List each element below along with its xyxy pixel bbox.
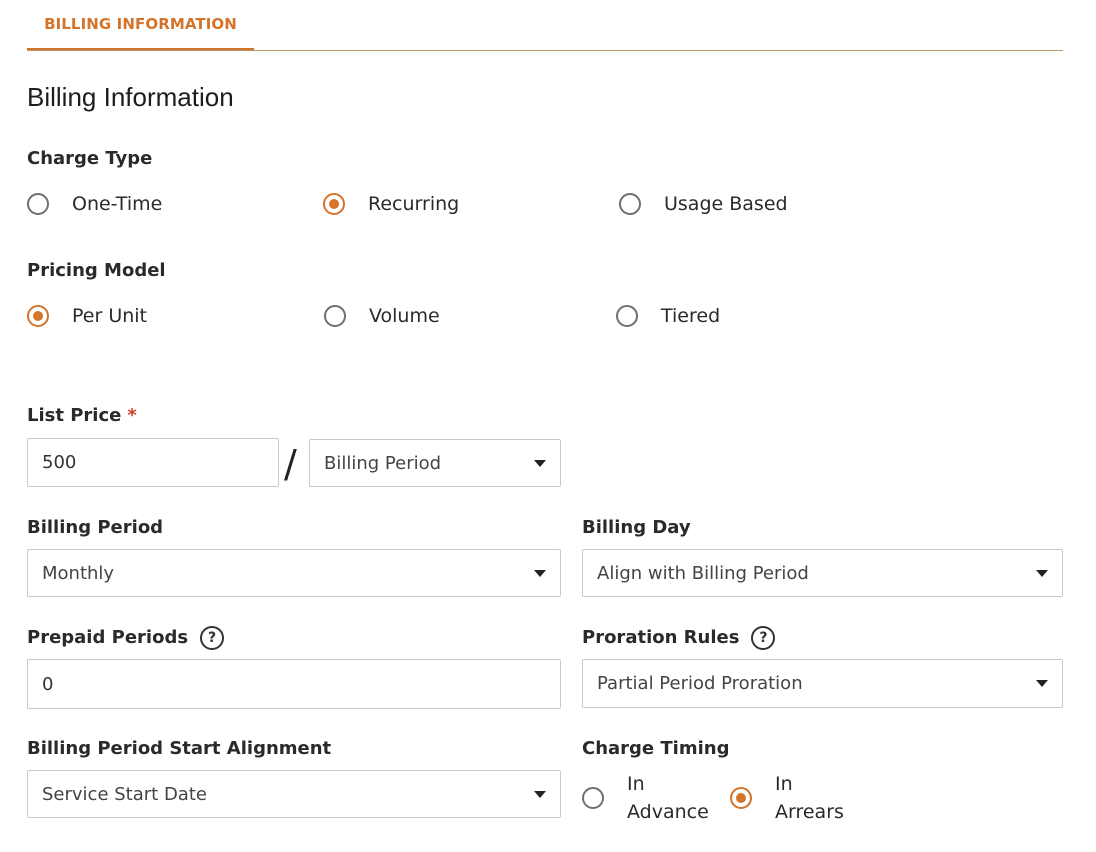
tab-billing-information[interactable]: BILLING INFORMATION	[27, 0, 254, 51]
select-value: Align with Billing Period	[597, 562, 809, 584]
billing-day-label: Billing Day	[582, 517, 691, 538]
list-price-input[interactable]: 500	[27, 438, 279, 487]
billing-day-select[interactable]: Align with Billing Period	[582, 549, 1063, 597]
radio-label-line2: Arrears	[775, 801, 844, 823]
charge-type-label: Charge Type	[27, 148, 153, 169]
radio-label: One-Time	[72, 193, 163, 215]
radio-label: In Advance	[627, 770, 709, 826]
select-value: Partial Period Proration	[597, 673, 803, 694]
proration-rules-label: Proration Rules?	[582, 626, 776, 650]
radio-unchecked-icon[interactable]	[582, 787, 604, 809]
caret-down-icon	[1036, 569, 1048, 577]
charge-type-one-time-option[interactable]: One-Time	[27, 193, 162, 215]
select-value: Monthly	[42, 562, 115, 584]
list-price-period-select[interactable]: Billing Period	[309, 439, 561, 487]
prepaid-periods-label: Prepaid Periods?	[27, 626, 225, 650]
radio-checked-icon[interactable]	[730, 787, 752, 809]
required-marker: *	[127, 405, 137, 426]
question-circle-icon[interactable]: ?	[751, 626, 776, 650]
radio-unchecked-icon[interactable]	[27, 193, 49, 215]
proration-rules-select[interactable]: Partial Period Proration	[582, 659, 1063, 708]
charge-type-usage-based-option[interactable]: Usage Based	[619, 193, 788, 215]
list-price-label-text: List Price	[27, 405, 122, 426]
charge-timing-in-arrears-option[interactable]: In Arrears	[730, 770, 844, 826]
list-price-label: List Price *	[27, 405, 137, 426]
caret-down-icon	[534, 569, 546, 577]
radio-unchecked-icon[interactable]	[619, 193, 641, 215]
radio-label-line1: In	[627, 773, 645, 795]
question-circle-icon[interactable]: ?	[200, 626, 225, 650]
radio-checked-icon[interactable]	[27, 305, 49, 327]
caret-down-icon	[1036, 680, 1048, 687]
pricing-model-label: Pricing Model	[27, 260, 166, 281]
price-separator: /	[284, 442, 297, 486]
radio-unchecked-icon[interactable]	[324, 305, 346, 327]
start-alignment-label: Billing Period Start Alignment	[27, 738, 332, 759]
radio-label: Per Unit	[72, 305, 147, 327]
prepaid-periods-label-text: Prepaid Periods	[27, 627, 189, 648]
select-value: Billing Period	[324, 452, 442, 474]
radio-unchecked-icon[interactable]	[616, 305, 638, 327]
tab-divider	[27, 50, 1063, 51]
radio-label: Volume	[369, 305, 440, 327]
proration-rules-label-text: Proration Rules	[582, 627, 740, 648]
radio-checked-icon[interactable]	[323, 193, 345, 215]
radio-label-line1: In	[775, 773, 793, 795]
radio-label: In Arrears	[775, 770, 844, 826]
page-title: Billing Information	[27, 82, 234, 112]
charge-timing-in-advance-option[interactable]: In Advance	[582, 770, 709, 826]
billing-period-select[interactable]: Monthly	[27, 549, 561, 597]
radio-label: Recurring	[368, 193, 460, 215]
pricing-model-tiered-option[interactable]: Tiered	[616, 305, 720, 327]
start-alignment-select[interactable]: Service Start Date	[27, 770, 561, 818]
prepaid-periods-input[interactable]: 0	[27, 659, 561, 709]
select-value: Service Start Date	[42, 783, 207, 805]
billing-period-label: Billing Period	[27, 517, 164, 538]
radio-label: Usage Based	[664, 193, 788, 215]
pricing-model-volume-option[interactable]: Volume	[324, 305, 440, 327]
charge-timing-label: Charge Timing	[582, 738, 730, 759]
radio-label: Tiered	[661, 305, 721, 327]
radio-label-line2: Advance	[627, 801, 709, 823]
charge-type-recurring-option[interactable]: Recurring	[323, 193, 459, 215]
caret-down-icon	[534, 790, 546, 798]
pricing-model-per-unit-option[interactable]: Per Unit	[27, 305, 147, 327]
caret-down-icon	[534, 459, 546, 467]
